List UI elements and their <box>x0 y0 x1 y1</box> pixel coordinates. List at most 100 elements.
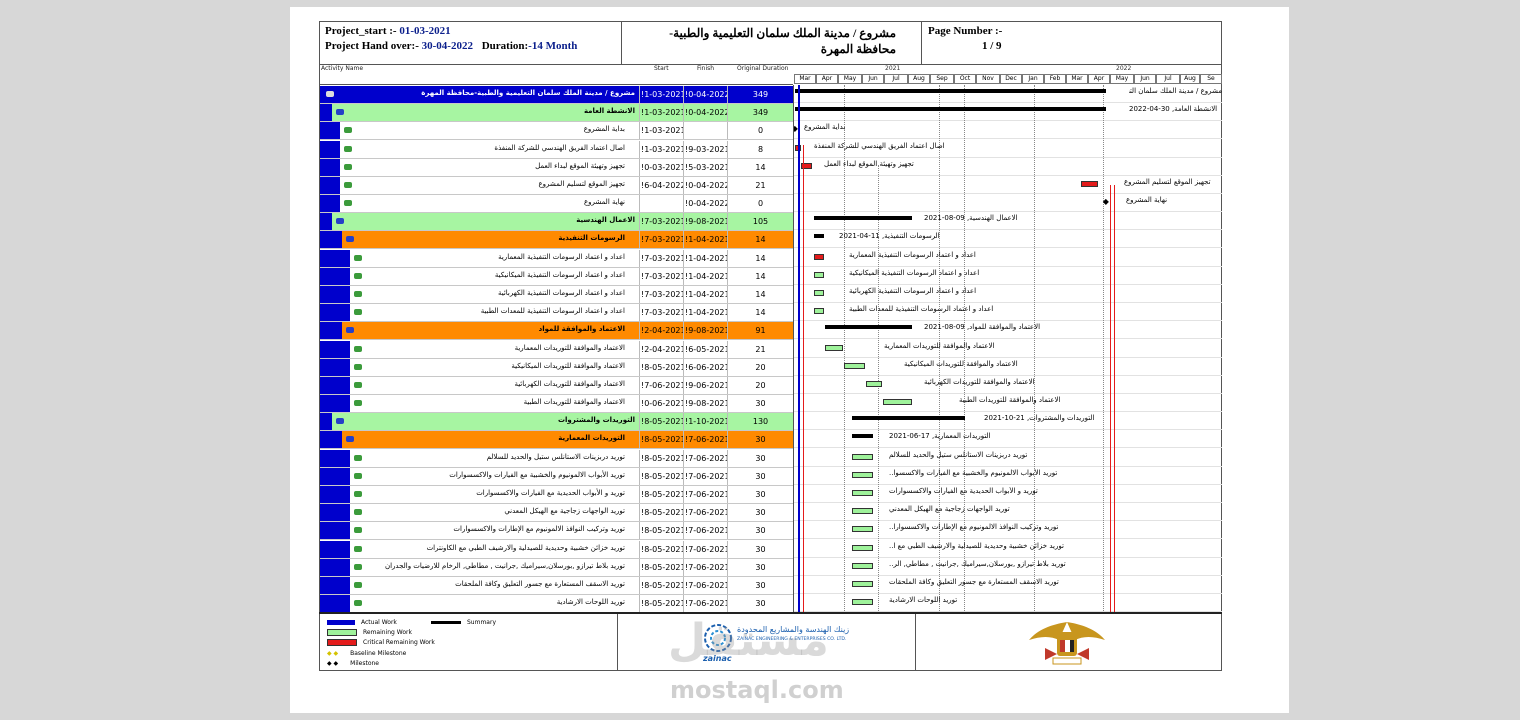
task-icon <box>344 127 352 134</box>
table-row[interactable]: اعداد و اعتماد الرسومات التنفيذية المعما… <box>320 249 793 268</box>
month-13: Apr <box>1088 74 1110 84</box>
remaining-bar[interactable] <box>851 562 874 569</box>
remaining-bar[interactable] <box>844 362 866 369</box>
summary-bar[interactable] <box>794 89 1106 93</box>
summary-bar[interactable] <box>813 216 913 221</box>
table-row[interactable]: التوريدات والمشتروات !8-05-2021 !1-10-2021… <box>320 413 793 432</box>
month-7: Oct <box>954 74 976 84</box>
table-row[interactable]: نهاية المشروع !0-04-2022 0 <box>320 195 793 214</box>
cell-finish: !7-06-2021 <box>683 504 727 522</box>
cell-dur: 14 <box>727 231 793 249</box>
remaining-bar[interactable] <box>866 380 883 387</box>
milestone-marker[interactable]: ◆ <box>1103 197 1109 206</box>
col-activity-header[interactable]: Activity Name <box>321 65 363 72</box>
table-row[interactable]: توريد الأبواب الالمونيوم والخشبية مع الف… <box>320 467 793 486</box>
col-finish-header[interactable]: Finish <box>697 65 714 72</box>
task-icon <box>354 309 362 316</box>
cell-finish: !9-08-2021 <box>683 395 727 413</box>
table-row[interactable]: توريد وتركيب النوافذ الالمونيوم مع الإطا… <box>320 522 793 541</box>
critical-bar[interactable] <box>813 253 825 260</box>
watermark-arabic: مستقل <box>668 615 829 666</box>
table-row[interactable]: توريد خزائن خشبية وحديدية للصيدلية والار… <box>320 540 793 559</box>
summary-bar[interactable] <box>794 107 1106 112</box>
cell-start: !1-03-2021 <box>639 86 683 103</box>
table-row[interactable]: توريد بلاط تيرازو ,بورسلان,سيراميك ,جران… <box>320 558 793 577</box>
table-row[interactable]: التوريدات المعمارية !8-05-2021 !7-06-2021 3… <box>320 431 793 450</box>
remaining-bar[interactable] <box>851 453 874 460</box>
table-row[interactable]: الرسومات التنفيذية !7-03-2021 !1-04-2021 14 <box>320 231 793 250</box>
cell-dur: 30 <box>727 595 793 613</box>
remaining-bar[interactable] <box>813 271 825 278</box>
gantt-gridline <box>794 192 1222 194</box>
gantt-bar-label: الانشطة العامة, 30-04-2022 <box>1129 105 1218 114</box>
summary-bar[interactable] <box>851 416 966 421</box>
table-row[interactable]: الاعتماد والموافقة للتوريدات الطبية !0-06… <box>320 395 793 414</box>
gantt-gridline <box>794 138 1222 140</box>
remaining-bar[interactable] <box>851 508 874 515</box>
activity-name: الاعمال الهندسية <box>576 216 635 225</box>
remaining-bar[interactable] <box>851 599 874 606</box>
remaining-bar[interactable] <box>851 580 874 587</box>
cell-finish: !1-04-2021 <box>683 249 727 267</box>
table-row[interactable]: بداية المشروع !1-03-2021 0 <box>320 122 793 141</box>
table-row[interactable]: الاعتماد والموافقة للتوريدات المعمارية !2… <box>320 340 793 359</box>
remaining-bar[interactable] <box>882 399 913 406</box>
table-row[interactable]: مشروع / مدينة الملك سلمان التعليمية والط… <box>320 86 793 104</box>
summary-bar[interactable] <box>825 325 913 330</box>
month-4: Jul <box>884 74 908 84</box>
remaining-bar[interactable] <box>851 471 874 478</box>
table-row[interactable]: توريد دربزينات الاستانلس ستيل والحديد لل… <box>320 449 793 468</box>
critical-bar[interactable] <box>1080 180 1099 187</box>
gantt-gridline <box>794 501 1222 503</box>
remaining-bar[interactable] <box>825 344 843 351</box>
gantt-gridline <box>794 156 1222 158</box>
table-row[interactable]: توريد اللوحات الارشادية !8-05-2021 !7-06-2… <box>320 595 793 614</box>
gantt-bar-label: الاعتماد والموافقة للتوريدات الطبية <box>959 396 1061 405</box>
month-1: Apr <box>816 74 838 84</box>
table-row[interactable]: الاعتماد والموافقة للمواد !2-04-2021 !9-08… <box>320 322 793 341</box>
table-row[interactable]: الاعتماد والموافقة للتوريدات الميكانيكية… <box>320 358 793 377</box>
table-row[interactable]: توريد الاسقف المستعارة مع جسور التعليق و… <box>320 576 793 595</box>
gantt-chart: مشروع / مدينة الملك سلمان التعليمية والط… <box>793 85 1222 613</box>
table-row[interactable]: الاعتماد والموافقة للتوريدات الكهربائية!… <box>320 376 793 395</box>
table-row[interactable]: تجهيز وتهيئة الموقع لبداء العمل !0-03-202… <box>320 158 793 177</box>
table-row[interactable]: تجهيز الموقع لتسليم المشروع !6-04-2022 !0-… <box>320 176 793 195</box>
table-row[interactable]: الانشطة العامة !1-03-2021 !0-04-2022 349 <box>320 104 793 123</box>
gantt-gridline <box>794 229 1222 231</box>
summary-bar[interactable] <box>851 434 874 439</box>
cell-start: !2-04-2021 <box>639 322 683 340</box>
table-row[interactable]: توريد الواجهات زجاجية مع الهيكل المعدني!… <box>320 504 793 523</box>
remaining-bar[interactable] <box>851 489 874 496</box>
task-icon <box>354 581 362 588</box>
table-row[interactable]: الاعمال الهندسية !7-03-2021 !9-08-2021 105 <box>320 213 793 232</box>
col-start-header[interactable]: Start <box>654 65 669 72</box>
remaining-bar[interactable] <box>813 289 825 296</box>
remaining-bar[interactable] <box>851 544 874 551</box>
activity-name: مشروع / مدينة الملك سلمان التعليمية والط… <box>421 89 635 97</box>
cell-start: !8-05-2021 <box>639 467 683 485</box>
project-title: مشروع / مدينة الملك سلمان التعليمية والط… <box>669 26 896 56</box>
activity-name: اعداد و اعتماد الرسومات التنفيذية المعما… <box>498 252 625 261</box>
legend-remaining: Remaining Work <box>327 629 412 636</box>
table-row[interactable]: اصال اعتماد الفريق الهندسي للشركة المنفذ… <box>320 140 793 159</box>
remaining-bar[interactable] <box>813 308 825 315</box>
activity-name: الرسومات التنفيذية <box>558 234 625 243</box>
legend-actual-swatch <box>327 620 355 625</box>
cell-start: !8-05-2021 <box>639 540 683 558</box>
page-value: 1 / 9 <box>982 40 1002 52</box>
table-row[interactable]: توريد و الأبواب الحديدية مع الفيارات وال… <box>320 485 793 504</box>
remaining-bar[interactable] <box>851 526 874 533</box>
table-row[interactable]: اعداد و اعتماد الرسومات التنفيذية للمعدا… <box>320 304 793 323</box>
col-duration-header[interactable]: Original Duration <box>737 65 788 72</box>
activity-name: التوريدات المعمارية <box>558 434 625 443</box>
header-divider <box>319 84 793 85</box>
cell-finish: !7-06-2021 <box>683 431 727 449</box>
gantt-bar-label: بداية المشروع <box>804 123 846 132</box>
task-icon <box>354 527 362 534</box>
summary-bar[interactable] <box>813 234 825 239</box>
gantt-gridline <box>794 465 1222 467</box>
gantt-gridline <box>794 538 1222 540</box>
legend-actual: Actual Work <box>327 619 397 626</box>
table-row[interactable]: اعداد و اعتماد الرسومات التنفيذية الكهرب… <box>320 285 793 304</box>
table-row[interactable]: اعداد و اعتماد الرسومات التنفيذية الميكا… <box>320 267 793 286</box>
